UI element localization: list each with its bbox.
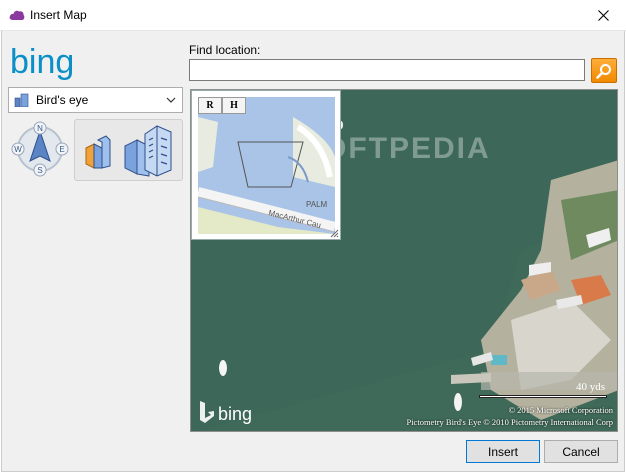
svg-text:PALM: PALM — [306, 200, 328, 209]
buildings-icon — [14, 93, 29, 107]
map-canvas[interactable]: SOFTPEDIA MacArthur Cau PALM R H bing 40… — [190, 89, 618, 432]
search-button[interactable] — [591, 58, 617, 83]
svg-text:E: E — [59, 145, 64, 154]
find-location-input[interactable] — [189, 59, 585, 81]
minimap-road-view: MacArthur Cau PALM — [198, 97, 335, 234]
search-icon — [596, 63, 611, 79]
view-mode-panel — [74, 119, 183, 181]
overview-minimap[interactable]: MacArthur Cau PALM R H — [191, 90, 341, 240]
scale-label: 40 yds — [575, 381, 605, 393]
svg-text:bing: bing — [218, 404, 252, 424]
copyright-pictometry: Pictometry Bird's Eye © 2010 Pictometry … — [406, 417, 613, 427]
svg-text:bing: bing — [10, 43, 74, 81]
zoom-out-buildings-icon[interactable] — [83, 134, 113, 170]
zoom-in-buildings-icon[interactable] — [123, 124, 175, 178]
compass-rotate-control[interactable]: N E S W — [8, 119, 72, 179]
map-copyright: © 2015 Microsoft Corporation Pictometry … — [406, 404, 613, 428]
cancel-button[interactable]: Cancel — [544, 440, 618, 463]
bing-logo: bing — [10, 43, 74, 81]
find-location-label: Find location: — [189, 43, 261, 57]
map-view-select[interactable]: Bird's eye — [8, 87, 183, 113]
close-button[interactable] — [580, 0, 626, 30]
svg-text:W: W — [14, 145, 22, 154]
close-icon — [597, 9, 609, 21]
svg-text:N: N — [37, 124, 43, 133]
window-title: Insert Map — [30, 8, 87, 22]
dialog-body: bing Find location: Bird's eye N E S W S… — [1, 31, 625, 472]
insert-button[interactable]: Insert — [466, 440, 540, 463]
minimap-mode-buttons: R H — [198, 97, 246, 114]
compass-west[interactable]: W — [11, 142, 25, 156]
chevron-down-icon — [166, 97, 176, 103]
map-bing-logo: bing — [200, 401, 252, 424]
map-view-selected: Bird's eye — [36, 93, 89, 107]
svg-text:S: S — [37, 166, 42, 175]
copyright-microsoft: © 2015 Microsoft Corporation — [508, 405, 613, 415]
hybrid-mode-button[interactable]: H — [222, 97, 246, 114]
onenote-cloud-icon — [9, 10, 25, 20]
compass-east[interactable]: E — [55, 142, 69, 156]
resize-grip-icon[interactable] — [330, 229, 339, 238]
scale-bar — [479, 395, 607, 398]
map-scale: 40 yds — [479, 381, 611, 401]
road-mode-button[interactable]: R — [198, 97, 222, 114]
title-bar: Insert Map — [0, 0, 626, 31]
compass-south[interactable]: S — [33, 163, 47, 177]
compass-north[interactable]: N — [33, 121, 47, 135]
